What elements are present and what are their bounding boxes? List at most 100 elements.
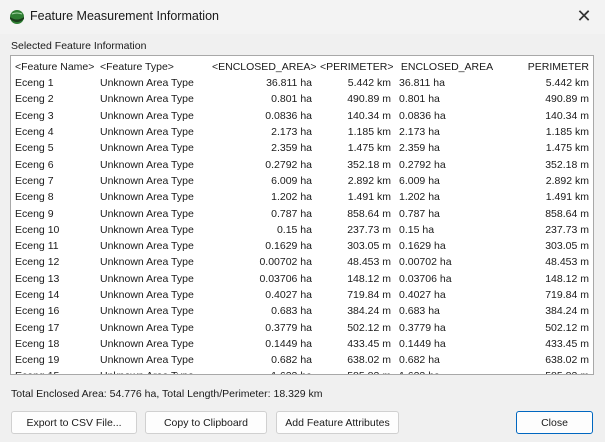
feature-name-cell: Eceng 16 xyxy=(15,305,60,318)
table-row[interactable]: Eceng 19 Unknown Area Type 0.682 ha 638.02 … xyxy=(11,352,593,368)
perimeter-cell: 585.83 m xyxy=(316,368,395,374)
feature-type-cell: Unknown Area Type xyxy=(100,142,194,155)
feature-name-cell: Eceng 14 xyxy=(15,289,60,301)
perimeter-attr-cell: 433.45 m xyxy=(545,337,589,350)
table-row[interactable]: Eceng 3 Unknown Area Type 0.0836 ha 140.34 … xyxy=(11,108,593,124)
globe-app-icon xyxy=(10,10,24,24)
feature-list[interactable]: <Feature Name> <Feature Type> <ENCLOSED_… xyxy=(10,55,594,375)
feature-name-cell: Eceng 19 xyxy=(15,354,60,367)
table-row[interactable]: Eceng 15Unknown Area Type1.623 ha585.83 … xyxy=(11,368,593,374)
enclosed-area-cell: 6.009 ha xyxy=(271,174,312,187)
enclosed-area-cell: 0.683 ha xyxy=(271,305,312,318)
perimeter-cell: 502.12 m xyxy=(347,321,391,334)
feature-name-cell: Eceng 17 xyxy=(15,321,60,334)
enclosed-area-attr-cell: 2.173 ha xyxy=(399,126,440,139)
enclosed-area-attr-cell: 0.15 ha xyxy=(399,223,435,236)
enclosed-area-attr-cell: 36.811 ha xyxy=(399,77,445,90)
feature-type-cell: Unknown Area Type xyxy=(100,174,194,187)
enclosed-area-cell: 0.787 ha xyxy=(271,207,312,220)
enclosed-area-cell: 0.4027 ha xyxy=(265,289,312,301)
feature-name-cell: Eceng 11 xyxy=(15,240,59,253)
feature-table: <Feature Name> <Feature Type> <ENCLOSED_… xyxy=(11,56,593,375)
perimeter-cell: 719.84 m xyxy=(347,289,391,301)
perimeter-cell: 858.64 m xyxy=(347,207,391,220)
perimeter-cell: 48.453 m xyxy=(347,256,391,269)
total-summary: Total Enclosed Area: 54.776 ha, Total Le… xyxy=(11,388,323,400)
perimeter-attr-cell: 303.05 m xyxy=(545,240,589,253)
enclosed-area-attr-cell: 0.683 ha xyxy=(399,305,440,318)
feature-type-cell: Unknown Area Type xyxy=(96,368,208,374)
table-row[interactable]: Eceng 9 Unknown Area Type 0.787 ha 858.64 m… xyxy=(11,205,593,221)
table-row[interactable]: Eceng 10 Unknown Area Type 0.15 ha 237.73 m… xyxy=(11,222,593,238)
enclosed-area-attr-cell: 0.0836 ha xyxy=(399,109,446,122)
feature-type-cell: Unknown Area Type xyxy=(100,272,194,285)
enclosed-area-attr-cell: 0.682 ha xyxy=(399,354,440,367)
perimeter-cell: 1.475 km xyxy=(347,142,391,155)
table-row[interactable]: Eceng 13 Unknown Area Type 0.03706 ha 148.1… xyxy=(11,271,593,287)
perimeter-attr-cell: 48.453 m xyxy=(545,256,589,269)
perimeter-attr-cell: 1.475 km xyxy=(545,142,589,155)
table-row[interactable]: Eceng 4 Unknown Area Type 2.173 ha 1.185 km… xyxy=(11,124,593,140)
perimeter-cell: 490.89 m xyxy=(347,93,391,106)
enclosed-area-attr-cell: 0.3779 ha xyxy=(399,321,446,334)
feature-name-cell: Eceng 1 xyxy=(15,77,54,90)
feature-type-cell: Unknown Area Type xyxy=(100,126,194,139)
feature-type-cell: Unknown Area Type xyxy=(100,305,194,318)
table-row[interactable]: Eceng 18 Unknown Area Type 0.1449 ha 433.45… xyxy=(11,336,593,352)
column-header[interactable]: PERIMETER xyxy=(499,56,593,75)
close-icon[interactable]: ✕ xyxy=(571,4,597,28)
table-row[interactable]: Eceng 12 Unknown Area Type 0.00702 ha 48.45… xyxy=(11,254,593,270)
column-header[interactable]: ENCLOSED_AREA xyxy=(395,56,499,75)
feature-type-cell: Unknown Area Type xyxy=(100,158,194,171)
perimeter-attr-cell: 5.442 km xyxy=(545,77,589,90)
table-row[interactable]: Eceng 11 Unknown Area Type 0.1629 ha 303.05… xyxy=(11,238,593,254)
enclosed-area-cell: 0.682 ha xyxy=(271,354,312,367)
feature-name-cell: Eceng 4 xyxy=(15,126,54,139)
perimeter-cell: 140.34 m xyxy=(347,109,391,122)
table-row[interactable]: Eceng 2 Unknown Area Type 0.801 ha 490.89 m… xyxy=(11,91,593,107)
feature-name-cell: Eceng 9 xyxy=(15,207,54,220)
perimeter-cell: 433.45 m xyxy=(347,337,391,350)
feature-name-cell: Eceng 6 xyxy=(15,158,54,171)
feature-type-cell: Unknown Area Type xyxy=(100,354,194,367)
table-row[interactable]: Eceng 7 Unknown Area Type 6.009 ha 2.892 km… xyxy=(11,173,593,189)
column-header[interactable]: <Feature Type> xyxy=(96,56,208,75)
column-header[interactable]: <PERIMETER> xyxy=(316,56,395,75)
column-header[interactable]: <ENCLOSED_AREA> xyxy=(208,56,316,75)
perimeter-attr-cell: 858.64 m xyxy=(545,207,589,220)
table-row[interactable]: Eceng 17 Unknown Area Type 0.3779 ha 502.12… xyxy=(11,319,593,335)
table-row[interactable]: Eceng 1 Unknown Area Type 36.811 ha 5.442 k… xyxy=(11,75,593,91)
perimeter-cell: 303.05 m xyxy=(347,240,391,253)
enclosed-area-cell: 0.1449 ha xyxy=(265,337,312,350)
perimeter-attr-cell: 638.02 m xyxy=(545,354,589,367)
feature-name-cell: Eceng 2 xyxy=(15,93,54,106)
perimeter-cell: 384.24 m xyxy=(347,305,391,318)
table-row[interactable]: Eceng 8 Unknown Area Type 1.202 ha 1.491 km… xyxy=(11,189,593,205)
table-row[interactable]: Eceng 5 Unknown Area Type 2.359 ha 1.475 km… xyxy=(11,140,593,156)
column-header[interactable]: <Feature Name> xyxy=(11,56,96,75)
title-bar: Feature Measurement Information ✕ xyxy=(0,0,605,34)
enclosed-area-cell: 1.623 ha xyxy=(208,368,316,374)
add-attributes-button[interactable]: Add Feature Attributes xyxy=(276,411,399,434)
close-button[interactable]: Close xyxy=(516,411,593,434)
perimeter-attr-cell: 490.89 m xyxy=(545,93,589,106)
perimeter-cell: 2.892 km xyxy=(347,174,391,187)
feature-name-cell: Eceng 5 xyxy=(15,142,54,155)
table-row[interactable]: Eceng 14 Unknown Area Type 0.4027 ha 719.84… xyxy=(11,287,593,303)
perimeter-attr-cell: 585.83 m xyxy=(499,368,593,374)
feature-type-cell: Unknown Area Type xyxy=(100,191,194,204)
feature-type-cell: Unknown Area Type xyxy=(100,207,194,220)
perimeter-cell: 5.442 km xyxy=(347,77,391,90)
export-csv-button[interactable]: Export to CSV File... xyxy=(11,411,137,434)
enclosed-area-attr-cell: 1.202 ha xyxy=(399,191,440,204)
enclosed-area-attr-cell: 0.2792 ha xyxy=(399,158,446,171)
table-row[interactable]: Eceng 6 Unknown Area Type 0.2792 ha 352.18 … xyxy=(11,156,593,172)
perimeter-cell: 1.491 km xyxy=(347,191,391,204)
copy-clipboard-button[interactable]: Copy to Clipboard xyxy=(145,411,267,434)
perimeter-attr-cell: 352.18 m xyxy=(545,158,589,171)
feature-type-cell: Unknown Area Type xyxy=(100,321,194,334)
window-title: Feature Measurement Information xyxy=(30,9,219,23)
table-row[interactable]: Eceng 16 Unknown Area Type 0.683 ha 384.24 … xyxy=(11,303,593,319)
perimeter-attr-cell: 148.12 m xyxy=(545,272,589,285)
enclosed-area-cell: 0.15 ha xyxy=(276,223,312,236)
